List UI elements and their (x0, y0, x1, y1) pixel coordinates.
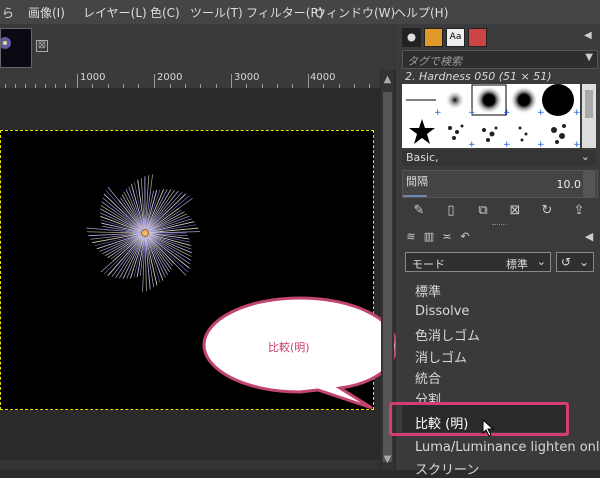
spacing-spinscale[interactable]: 間隔 10.0 (402, 170, 598, 198)
ruler-label: 1000 (80, 72, 105, 83)
mode-reset-button[interactable]: ↺ ⌄ (556, 252, 594, 272)
thumbnail-firework-icon (1, 29, 31, 67)
horizontal-scrollbar[interactable] (0, 460, 380, 470)
layer-mode-select[interactable]: モード 標準 ⌄ (405, 252, 551, 272)
open-brush-as-image-icon[interactable]: ⇪ (570, 202, 588, 220)
menu-item-help[interactable]: ヘルプ(H) (394, 4, 448, 21)
ruler-label: 3000 (234, 72, 259, 83)
tag-search-placeholder: タグで検索 (407, 53, 462, 69)
tab-patterns[interactable] (424, 28, 443, 47)
spacing-label: 間隔 (406, 173, 428, 189)
svg-text:+: + (468, 140, 476, 148)
brush-preset-value: Basic, (406, 151, 439, 164)
tab-document-history[interactable] (468, 28, 487, 47)
menu-item-windows[interactable]: ウィンドウ(W) (314, 4, 395, 21)
layers-tab-icon[interactable]: ≋ (404, 230, 418, 244)
undo-history-tab-icon[interactable]: ↶ (458, 230, 472, 244)
menu-item-image[interactable]: 画像(I) (28, 4, 65, 21)
configure-icon[interactable]: ◀ (584, 30, 592, 41)
mode-option[interactable]: 色消しゴム (415, 325, 480, 344)
svg-text:+: + (503, 140, 511, 148)
tag-search-field[interactable]: タグで検索 ▼ (402, 50, 598, 69)
firework-graphic (80, 168, 210, 298)
brush-preset-select[interactable]: Basic, ⌄ (402, 150, 596, 166)
refresh-brushes-icon[interactable]: ↻ (538, 202, 556, 220)
svg-text:+: + (537, 140, 545, 148)
ruler-label: 4000 (310, 72, 335, 83)
dock-separator-grip[interactable] (492, 224, 506, 227)
mode-option[interactable]: Luma/Luminance lighten only (415, 440, 600, 455)
duplicate-brush-icon[interactable]: ⧉ (474, 202, 492, 220)
cursor-icon (482, 419, 496, 437)
chevron-down-icon: ⌄ (579, 255, 589, 269)
layer-dock-tabs: ≋ ▥ ≍ ↶ ◀ (402, 228, 596, 246)
image-tab-strip (0, 24, 400, 70)
horizontal-ruler: 1000 2000 3000 4000 (0, 70, 380, 89)
chevron-down-icon: ⌄ (581, 150, 590, 163)
svg-text:+: + (468, 108, 476, 118)
new-brush-icon[interactable]: ▯ (442, 202, 460, 220)
spacing-value: 10.0 (557, 178, 582, 191)
mode-option[interactable]: スクリーン (415, 459, 479, 478)
scroll-up-icon[interactable]: ▲ (381, 74, 394, 87)
mode-label: モード (412, 256, 445, 272)
mode-option[interactable]: Dissolve (415, 304, 469, 319)
channels-tab-icon[interactable]: ▥ (422, 230, 436, 244)
svg-text:+: + (573, 140, 580, 148)
svg-text:+: + (537, 108, 545, 118)
menu-item-filters[interactable]: フィルター(R) (246, 4, 323, 21)
callout-text: 比較(明) (268, 339, 310, 355)
menu-item-layer[interactable]: レイヤー(L) (83, 4, 147, 21)
dropdown-icon[interactable]: ▼ (585, 52, 593, 63)
menu-item-color[interactable]: 色(C) (150, 4, 180, 21)
spin-buttons[interactable] (583, 171, 595, 197)
menu-item-tools[interactable]: ツール(T) (190, 4, 243, 21)
spacing-fill (403, 195, 427, 197)
menubar: ら 画像(I) レイヤー(L) 色(C) ツール(T) フィルター(R) ウィン… (0, 0, 600, 24)
svg-text:+: + (434, 108, 442, 118)
selected-brush-name: 2. Hardness 050 (51 × 51) (405, 70, 552, 83)
image-tab-thumbnail[interactable] (0, 28, 32, 68)
brush-grid[interactable]: + + + + + + + + + (402, 84, 580, 148)
tab-brushes[interactable] (402, 28, 421, 47)
paths-tab-icon[interactable]: ≍ (440, 230, 454, 244)
brush-actions-toolbar: ✎ ▯ ⧉ ⊠ ↻ ⇪ (402, 200, 596, 222)
menu-item-edit[interactable]: ら (2, 4, 14, 21)
tab-fonts[interactable]: Aa (446, 28, 465, 47)
chevron-down-icon: ⌄ (537, 255, 546, 268)
mode-option[interactable]: 消しゴム (415, 347, 467, 366)
ruler-label: 2000 (157, 72, 182, 83)
mode-option[interactable]: 標準 (415, 281, 441, 300)
brush-grid-scrollbar[interactable] (582, 84, 596, 148)
svg-text:+: + (503, 108, 511, 118)
reset-icon: ↺ (561, 255, 571, 269)
close-icon[interactable]: ⊠ (36, 40, 48, 52)
scroll-down-icon[interactable]: ▼ (381, 454, 394, 467)
delete-brush-icon[interactable]: ⊠ (506, 202, 524, 220)
mode-option[interactable]: 統合 (415, 368, 441, 387)
highlight-box (389, 402, 569, 436)
svg-text:+: + (573, 108, 580, 118)
mode-value: 標準 (506, 256, 528, 272)
edit-brush-icon[interactable]: ✎ (410, 202, 428, 220)
configure-icon[interactable]: ◀ (582, 230, 596, 244)
